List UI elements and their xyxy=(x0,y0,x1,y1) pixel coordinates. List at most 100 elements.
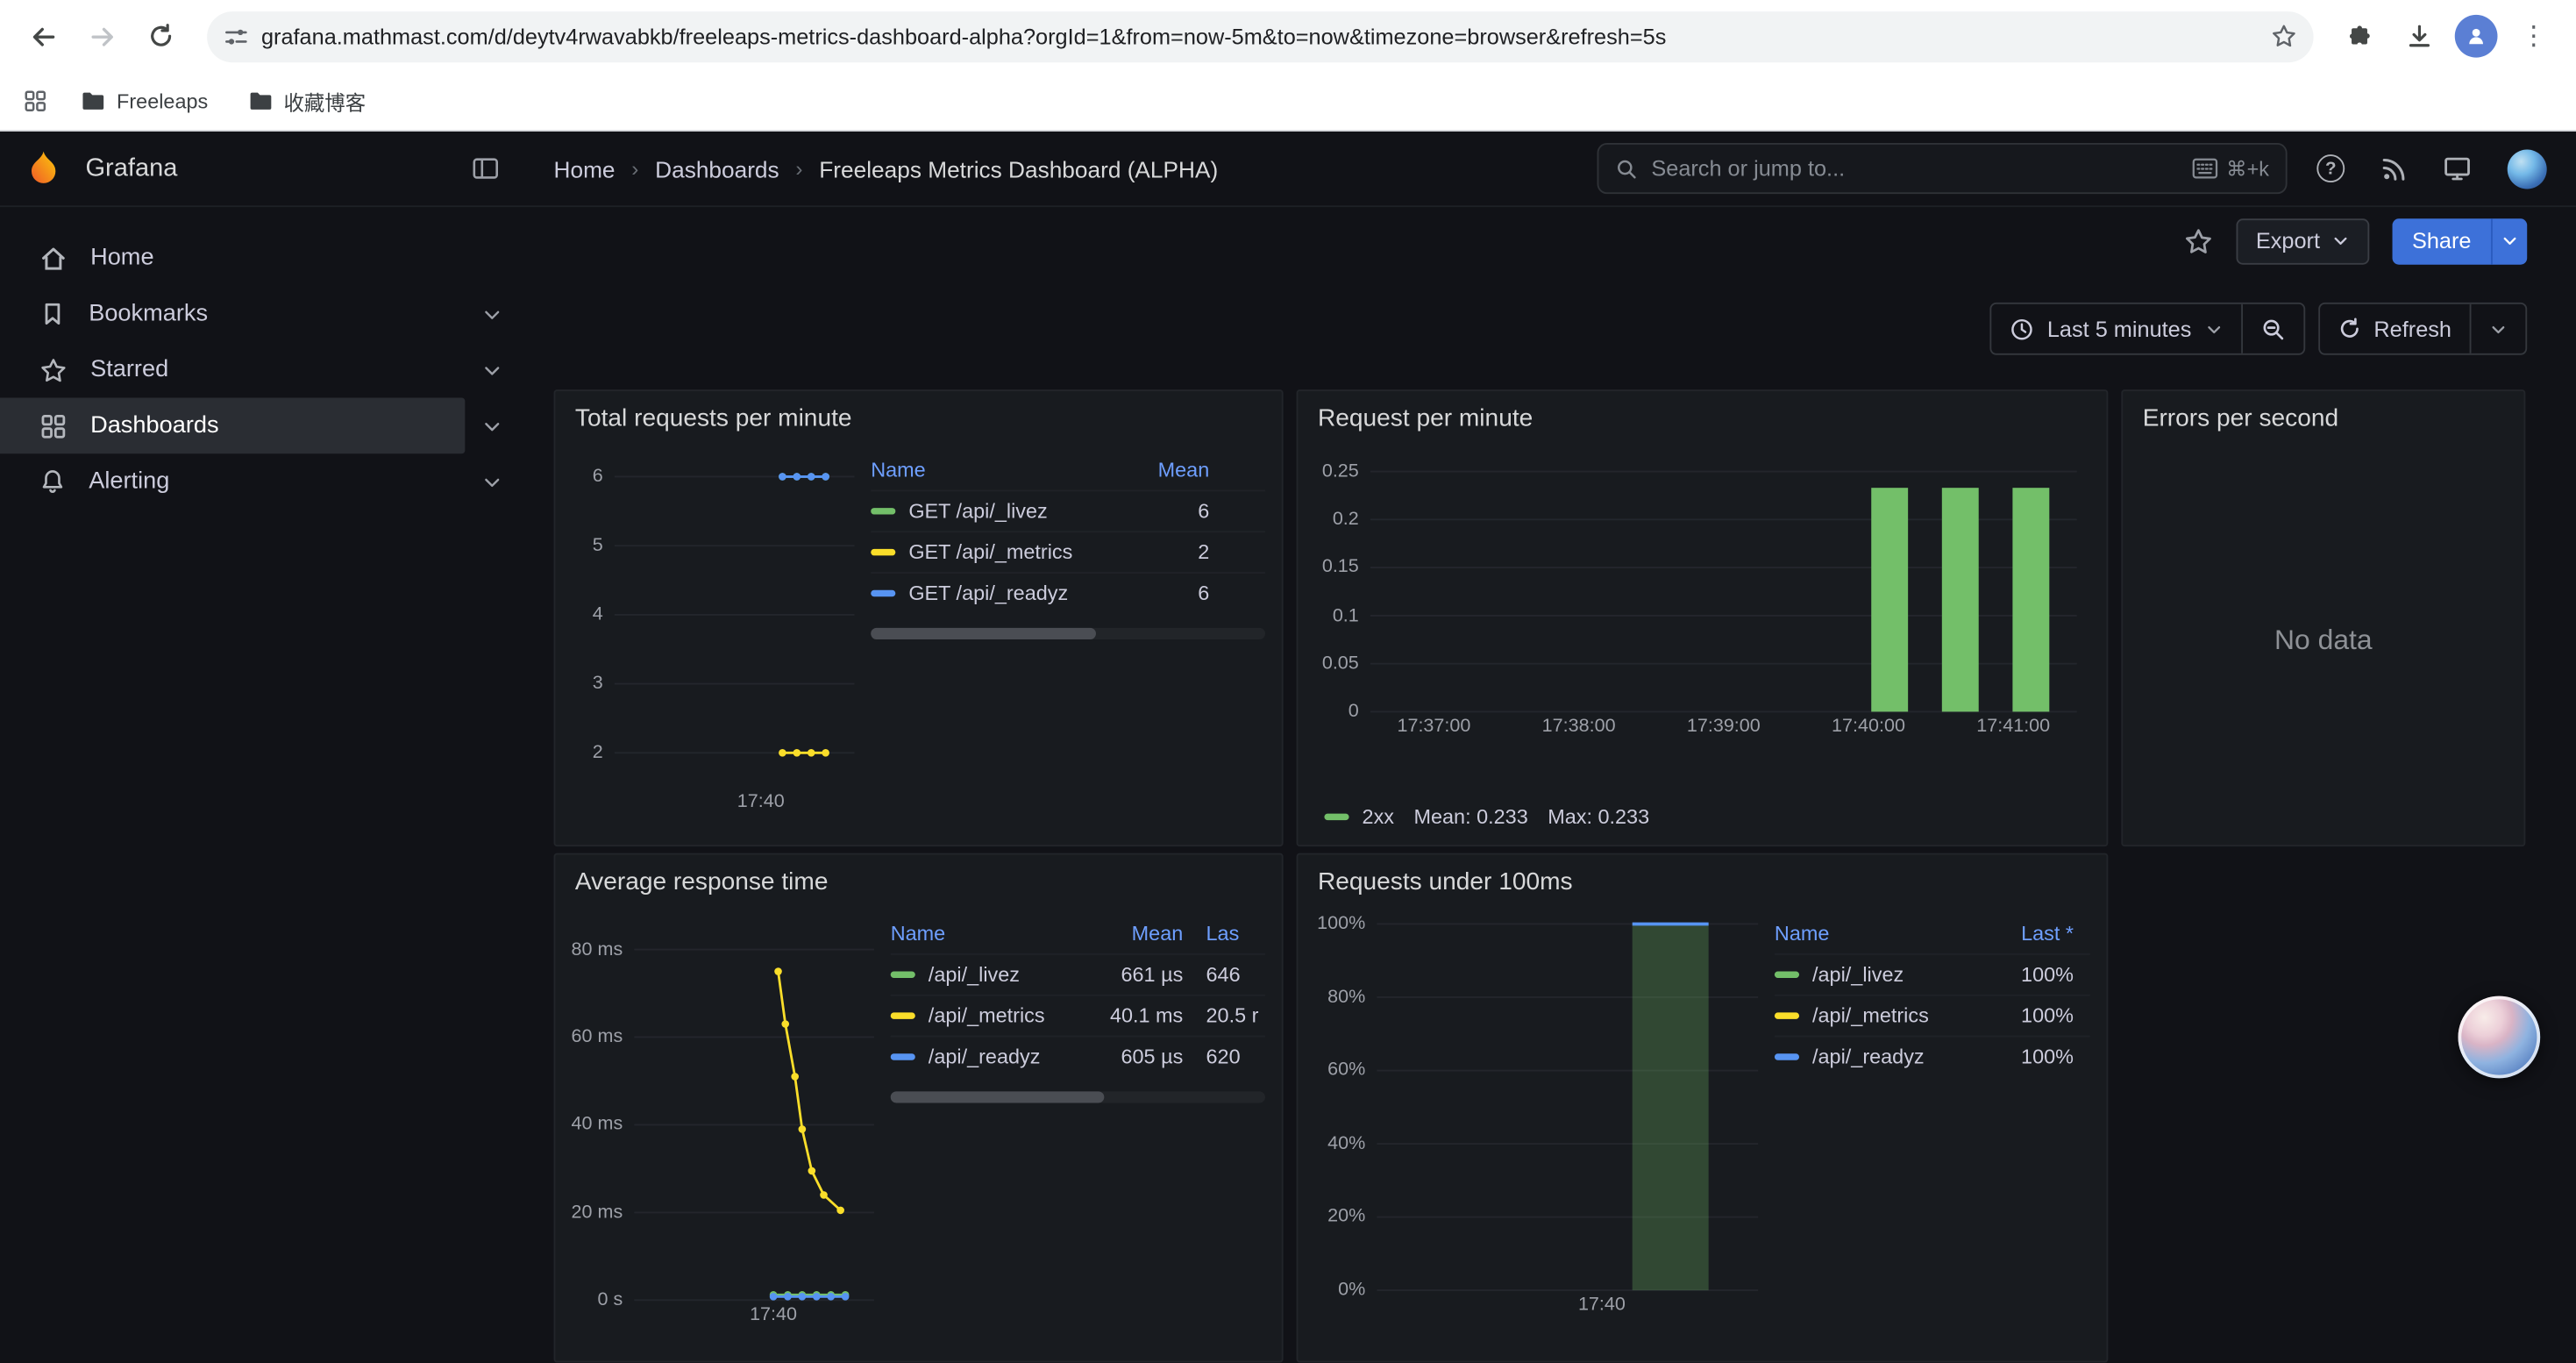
download-icon[interactable] xyxy=(2393,10,2445,62)
series-last-value: 620 xyxy=(1206,1045,1265,1068)
legend-scrollbar[interactable] xyxy=(871,628,1265,639)
y-axis-labels: 0.250.20.150.10.050 xyxy=(1314,462,1363,712)
legend-header-last[interactable]: Last * xyxy=(2004,922,2089,945)
sidebar-toggle-icon[interactable] xyxy=(472,154,500,182)
series-name[interactable]: /api/_metrics xyxy=(929,1004,1068,1027)
bookmark-label: 收藏博客 xyxy=(283,85,366,117)
chevron-down-icon[interactable] xyxy=(481,471,502,492)
series-name[interactable]: 2xx xyxy=(1363,805,1394,828)
export-button[interactable]: Export xyxy=(2236,218,2369,264)
sidebar-item-starred[interactable]: Starred xyxy=(0,342,523,398)
bell-icon xyxy=(39,468,66,495)
sidebar-item-bookmarks[interactable]: Bookmarks xyxy=(0,286,523,342)
panel-title[interactable]: Requests under 100ms xyxy=(1298,854,2106,899)
legend-header-last[interactable]: Las xyxy=(1206,922,1265,945)
grafana-logo-icon[interactable] xyxy=(23,148,64,189)
legend-table: Name Mean GET /api/_livez 6 xyxy=(871,442,1265,831)
chrome-apps-icon[interactable] xyxy=(23,89,47,113)
x-axis-labels: 17:40 xyxy=(1377,1290,1758,1317)
rss-icon[interactable] xyxy=(2380,155,2407,182)
chevron-down-icon xyxy=(2204,320,2223,339)
panel-title[interactable]: Request per minute xyxy=(1298,391,2106,436)
panel-title[interactable]: Errors per second xyxy=(2123,391,2523,436)
series-name[interactable]: /api/_livez xyxy=(1812,963,1991,986)
series-name[interactable]: /api/_metrics xyxy=(1812,1004,1991,1027)
bookmark-item[interactable]: Freeleaps xyxy=(68,82,221,120)
sidebar-item-label: Bookmarks xyxy=(89,301,208,327)
url-bar[interactable]: grafana.mathmast.com/d/deytv4rwavabkb/fr… xyxy=(207,11,2313,61)
chevron-down-icon[interactable] xyxy=(481,415,502,436)
search-placeholder: Search or jump to... xyxy=(1651,156,2191,181)
sidebar-item-home[interactable]: Home xyxy=(0,230,523,286)
zoom-out-button[interactable] xyxy=(2241,304,2303,353)
help-icon[interactable]: ? xyxy=(2316,154,2345,182)
panel-title[interactable]: Total requests per minute xyxy=(555,391,1281,436)
refresh-button[interactable]: Refresh xyxy=(2320,304,2470,353)
series-mean-value: 6 xyxy=(1150,582,1265,604)
series-name[interactable]: /api/_livez xyxy=(929,963,1068,986)
panel-errors-per-second: Errors per second No data xyxy=(2121,389,2525,846)
breadcrumb-home[interactable]: Home xyxy=(554,155,616,182)
legend-header-mean[interactable]: Mean xyxy=(1150,459,1265,482)
legend-row: /api/_readyz 100% xyxy=(1775,1036,2090,1077)
legend-header-name[interactable]: Name xyxy=(891,922,1068,945)
user-avatar[interactable] xyxy=(2508,149,2547,189)
request-per-minute-chart: 0.250.20.150.10.050 17:37:0017:38:0017:3… xyxy=(1314,462,2090,739)
time-range-label: Last 5 minutes xyxy=(2047,317,2192,341)
refresh-interval-chevron[interactable] xyxy=(2470,304,2526,353)
y-axis-labels: 80 ms60 ms40 ms20 ms0 s xyxy=(572,906,628,1301)
sidebar-item-alerting[interactable]: Alerting xyxy=(0,453,523,510)
series-last-value: 100% xyxy=(2004,963,2089,986)
search-input[interactable]: Search or jump to... ⌘+k xyxy=(1598,143,2288,194)
bookmarks-bar: Freeleaps 收藏博客 xyxy=(0,72,2576,131)
grafana-brand-label: Grafana xyxy=(85,153,177,183)
series-color-dash xyxy=(1775,1013,1799,1019)
favorite-star-icon[interactable] xyxy=(2183,226,2213,256)
legend-header-name[interactable]: Name xyxy=(1775,922,1991,945)
share-button[interactable]: Share xyxy=(2392,218,2527,264)
scrollbar-thumb[interactable] xyxy=(891,1091,1105,1103)
chevron-down-icon[interactable] xyxy=(481,359,502,380)
line-chart-plot xyxy=(615,442,855,788)
bookmark-item[interactable]: 收藏博客 xyxy=(234,79,379,124)
legend-inline: 2xx Mean: 0.233 Max: 0.233 xyxy=(1314,796,2090,831)
keyboard-icon xyxy=(2192,158,2218,179)
legend-header-name[interactable]: Name xyxy=(871,459,1137,482)
monitor-icon[interactable] xyxy=(2444,154,2472,182)
browser-menu-icon[interactable]: ⋮ xyxy=(2508,10,2560,62)
breadcrumb-dashboards[interactable]: Dashboards xyxy=(655,155,779,182)
bookmark-icon xyxy=(39,301,66,327)
sidebar-item-dashboards[interactable]: Dashboards xyxy=(0,398,523,454)
series-name[interactable]: GET /api/_metrics xyxy=(908,541,1136,564)
search-icon xyxy=(1615,157,1638,180)
line-chart-plot xyxy=(634,906,874,1301)
legend-row: /api/_readyz 605 µs 620 xyxy=(891,1036,1265,1077)
forward-button[interactable] xyxy=(75,10,128,62)
series-mean-value: Mean: 0.233 xyxy=(1413,805,1527,828)
back-button[interactable] xyxy=(17,10,69,62)
series-color-dash xyxy=(871,509,895,515)
site-info-icon[interactable] xyxy=(224,24,248,48)
series-name[interactable]: /api/_readyz xyxy=(929,1045,1068,1068)
time-range-picker[interactable]: Last 5 minutes xyxy=(1991,304,2240,353)
series-color-dash xyxy=(871,549,895,555)
legend-header-mean[interactable]: Mean xyxy=(1081,922,1183,945)
series-name[interactable]: GET /api/_livez xyxy=(908,500,1136,523)
series-color-dash xyxy=(871,590,895,596)
share-menu-chevron[interactable] xyxy=(2491,218,2527,264)
scrollbar-thumb[interactable] xyxy=(871,628,1095,639)
clock-icon xyxy=(2010,317,2034,341)
bookmark-label: Freeleaps xyxy=(117,89,208,112)
extensions-icon[interactable] xyxy=(2333,10,2386,62)
series-last-value: 100% xyxy=(2004,1045,2089,1068)
series-name[interactable]: GET /api/_readyz xyxy=(908,582,1136,604)
browser-profile-avatar[interactable] xyxy=(2455,15,2498,58)
reload-button[interactable] xyxy=(135,10,188,62)
panel-title[interactable]: Average response time xyxy=(555,854,1281,899)
chevron-down-icon[interactable] xyxy=(481,303,502,325)
legend-scrollbar[interactable] xyxy=(891,1091,1265,1103)
bookmark-star-icon[interactable] xyxy=(2271,23,2297,49)
floating-avatar-button[interactable] xyxy=(2459,996,2541,1079)
breadcrumb-separator: › xyxy=(631,156,638,181)
series-name[interactable]: /api/_readyz xyxy=(1812,1045,1991,1068)
